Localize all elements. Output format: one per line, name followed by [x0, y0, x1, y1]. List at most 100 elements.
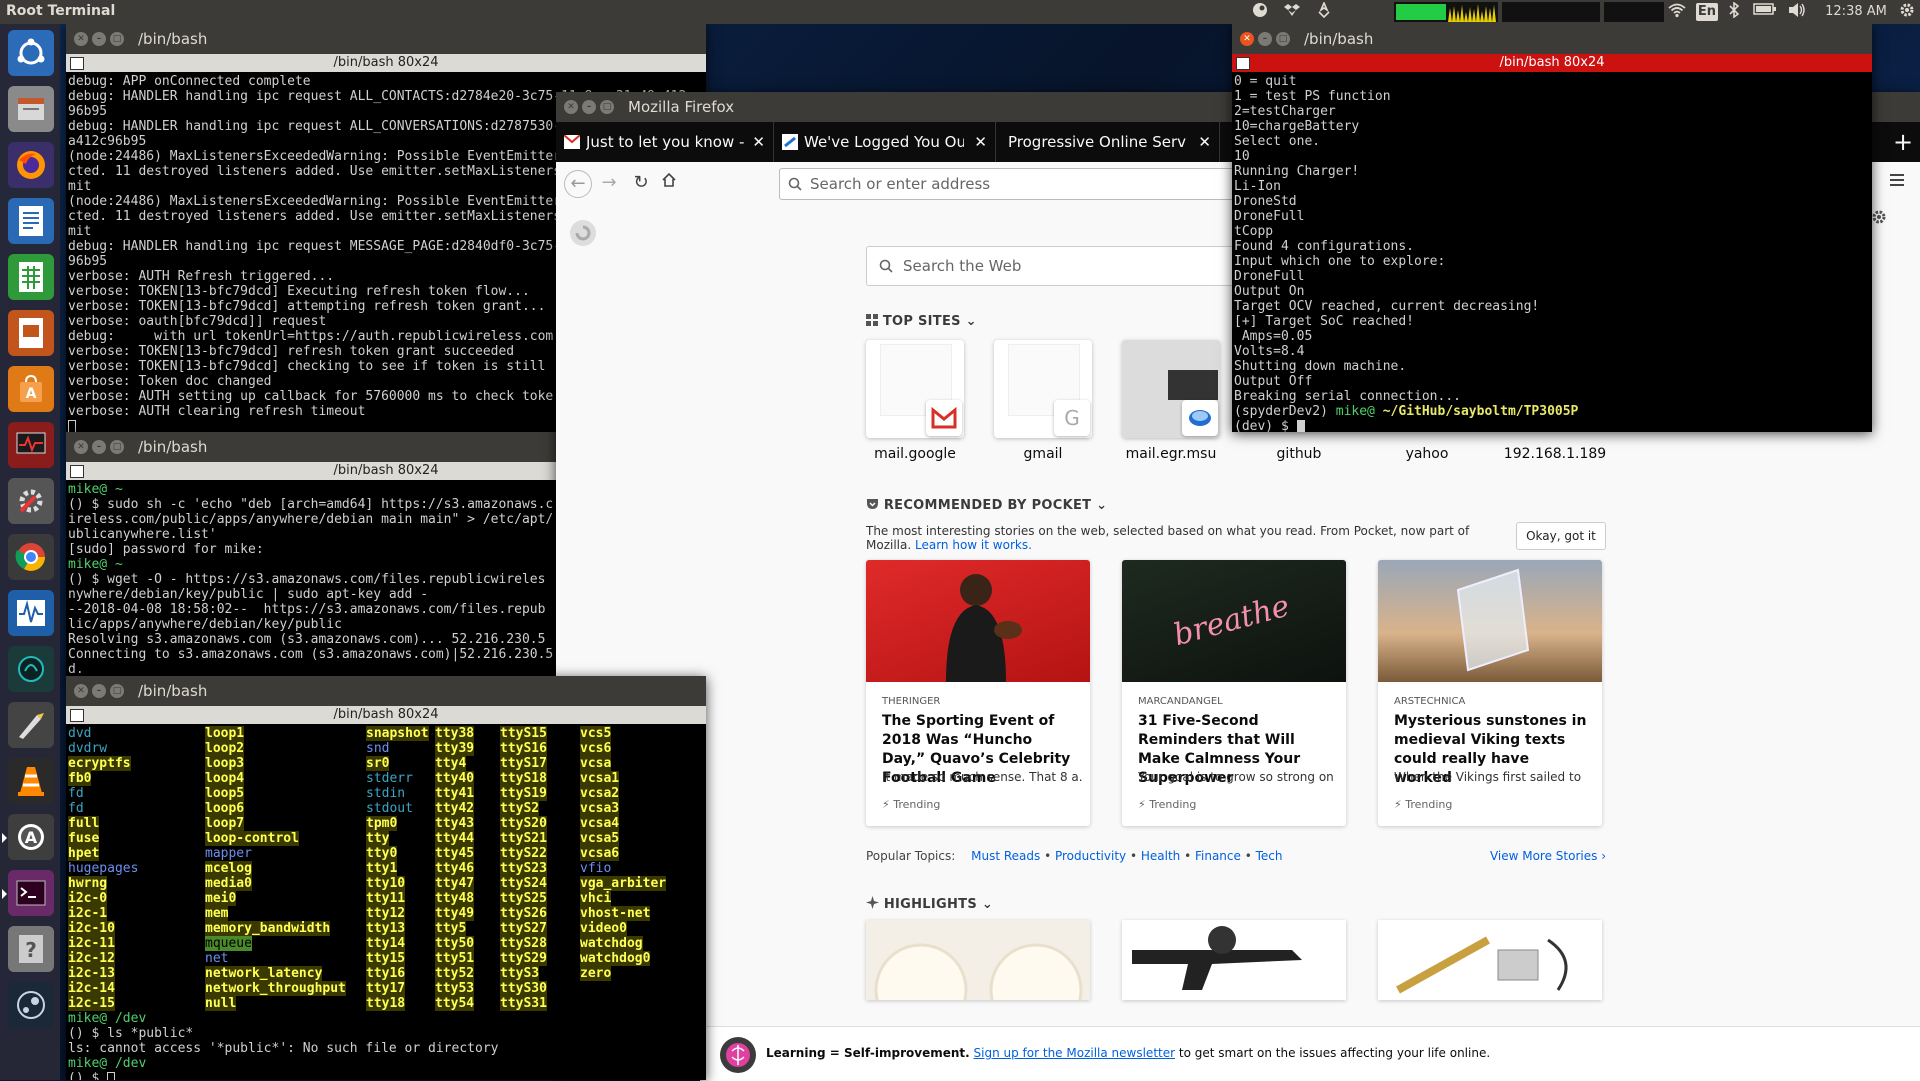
minimize-button[interactable]: – [92, 32, 106, 46]
top-site-label[interactable]: mail.egr.msu [1111, 446, 1231, 462]
inkscape-icon[interactable] [8, 702, 54, 748]
maximize-button[interactable]: □ [110, 32, 124, 46]
terminal-4-output[interactable]: 0 = quit 1 = test PS function 2=testCharge… [1232, 72, 1872, 432]
wifi-icon[interactable] [1664, 2, 1690, 22]
story-card[interactable]: ARSTECHNICA Mysterious sunstones in medi… [1378, 560, 1602, 826]
chevron-down-icon[interactable]: ⌄ [1096, 498, 1107, 513]
minimize-button[interactable]: – [92, 684, 106, 698]
pocket-heading[interactable]: RECOMMENDED BY POCKET ⌄ [866, 498, 1107, 513]
top-site-label[interactable]: yahoo [1367, 446, 1487, 462]
minimize-button[interactable]: – [92, 440, 106, 454]
network-activity-tray-icon[interactable] [1314, 0, 1334, 22]
dropbox-tray-icon[interactable] [1282, 2, 1302, 22]
top-site-label[interactable]: mail.google [855, 446, 975, 462]
ubuntu-dash-icon[interactable] [8, 30, 54, 76]
close-tab-icon[interactable]: ✕ [752, 122, 765, 162]
terminal-3-titlebar[interactable]: ✕ – □ /bin/bash [66, 676, 706, 706]
highlights-heading[interactable]: HIGHLIGHTS ⌄ [866, 896, 993, 912]
impress-icon[interactable] [8, 310, 54, 356]
reload-icon[interactable]: ↻ [628, 170, 654, 196]
close-tab-icon[interactable]: ✕ [1198, 122, 1211, 162]
firefox-icon[interactable] [8, 142, 54, 188]
terminal-window-3[interactable]: ✕ – □ /bin/bash /bin/bash 80x24 dvd dvdrw… [66, 676, 706, 1080]
forward-arrow-icon[interactable]: → [596, 170, 622, 196]
oscilloscope-icon[interactable] [8, 590, 54, 636]
tab-logged-out[interactable]: We've Logged You Out ✕ [774, 122, 996, 162]
volume-icon[interactable] [1786, 2, 1808, 22]
terminal-3-output[interactable]: dvd dvdrw ecryptfs fb0 fd fd full fuse hpet hugep… [66, 724, 706, 1080]
highlight-card[interactable] [866, 920, 1090, 1000]
maximize-button[interactable]: □ [600, 100, 614, 114]
back-arrow-icon[interactable]: ← [564, 170, 592, 198]
top-site-tile[interactable]: G [994, 340, 1092, 438]
steam-tray-icon[interactable] [1250, 2, 1270, 22]
terminal-1-titlebar[interactable]: ✕ – □ /bin/bash [66, 24, 706, 54]
newsletter-signup-link[interactable]: Sign up for the Mozilla newsletter [974, 1046, 1176, 1060]
new-tab-plus-icon[interactable]: + [1886, 122, 1920, 162]
minimize-button[interactable]: – [582, 100, 596, 114]
topic-link[interactable]: Productivity [1055, 849, 1126, 863]
top-site-tile[interactable] [1122, 340, 1220, 438]
chevron-down-icon[interactable]: ⌄ [966, 314, 977, 329]
topic-link[interactable]: Tech [1256, 849, 1283, 863]
clock[interactable]: 12:38 AM [1818, 2, 1894, 22]
address-bar[interactable]: Search or enter address [779, 168, 1241, 200]
files-icon[interactable] [8, 86, 54, 132]
view-more-stories-link[interactable]: View More Stories › [1486, 849, 1606, 863]
settings-icon[interactable] [8, 478, 54, 524]
software-updater-icon[interactable]: A [2, 814, 54, 860]
help-icon[interactable]: ? [8, 926, 54, 972]
customize-gear-icon[interactable] [1870, 208, 1890, 228]
close-button[interactable]: ✕ [1240, 32, 1254, 46]
top-site-label[interactable]: 192.168.1.189 [1495, 446, 1615, 462]
topic-link[interactable]: Finance [1195, 849, 1241, 863]
home-icon[interactable] [656, 170, 682, 196]
keyboard-layout-indicator[interactable]: En [1696, 3, 1718, 21]
steam-icon[interactable] [8, 982, 54, 1028]
highlight-card[interactable] [1122, 920, 1346, 1000]
writer-icon[interactable] [8, 198, 54, 244]
close-button[interactable]: ✕ [74, 684, 88, 698]
tab-progressive[interactable]: Progressive Online Servici ✕ [996, 122, 1220, 162]
highlight-card[interactable] [1378, 920, 1602, 1000]
sync-arrow-icon[interactable] [568, 218, 598, 248]
dev-entry-name: tty46 [435, 861, 475, 876]
dev-entry-name: ttyS26 [500, 906, 547, 921]
terminal-icon[interactable] [2, 870, 54, 916]
terminal-4-titlebar[interactable]: ✕ – □ /bin/bash [1232, 24, 1872, 54]
top-sites-heading[interactable]: TOP SITES ⌄ [866, 314, 977, 329]
learn-how-link[interactable]: Learn how it works. [915, 538, 1032, 552]
chrome-icon[interactable] [8, 534, 54, 580]
hamburger-menu-icon[interactable] [1888, 172, 1908, 192]
close-tab-icon[interactable]: ✕ [974, 122, 987, 162]
top-site-label[interactable]: github [1239, 446, 1359, 462]
maximize-button[interactable]: □ [110, 440, 124, 454]
chevron-down-icon[interactable]: ⌄ [982, 897, 993, 912]
bluetooth-icon[interactable] [1726, 1, 1742, 22]
gqrx-icon[interactable] [8, 646, 54, 692]
minimize-button[interactable]: – [1258, 32, 1272, 46]
close-button[interactable]: ✕ [564, 100, 578, 114]
cpu-monitor-graph[interactable] [1394, 2, 1498, 22]
power-gear-icon[interactable] [1898, 2, 1916, 22]
maximize-button[interactable]: □ [1276, 32, 1290, 46]
top-site-tile[interactable] [866, 340, 964, 438]
system-monitor-icon[interactable] [8, 422, 54, 468]
story-card[interactable]: breathe MARCANDANGEL 31 Five-Second Remi… [1122, 560, 1346, 826]
maximize-button[interactable]: □ [110, 684, 124, 698]
terminal-window-4[interactable]: ✕ – □ /bin/bash /bin/bash 80x24 0 = quit… [1232, 24, 1872, 432]
memory-monitor-graph[interactable] [1502, 2, 1600, 22]
vlc-icon[interactable] [8, 758, 54, 804]
battery-icon[interactable] [1752, 2, 1778, 22]
story-card[interactable]: THERINGER The Sporting Event of 2018 Was… [866, 560, 1090, 826]
software-center-icon[interactable]: A [8, 366, 54, 412]
topic-link[interactable]: Must Reads [971, 849, 1040, 863]
top-site-label[interactable]: gmail [983, 446, 1103, 462]
topic-link[interactable]: Health [1141, 849, 1180, 863]
close-button[interactable]: ✕ [74, 32, 88, 46]
calc-icon[interactable] [8, 254, 54, 300]
close-button[interactable]: ✕ [74, 440, 88, 454]
tab-gmail[interactable]: Just to let you know - m ✕ [556, 122, 774, 162]
net-monitor-graph[interactable] [1604, 2, 1664, 22]
okay-got-it-button[interactable]: Okay, got it [1516, 522, 1606, 550]
